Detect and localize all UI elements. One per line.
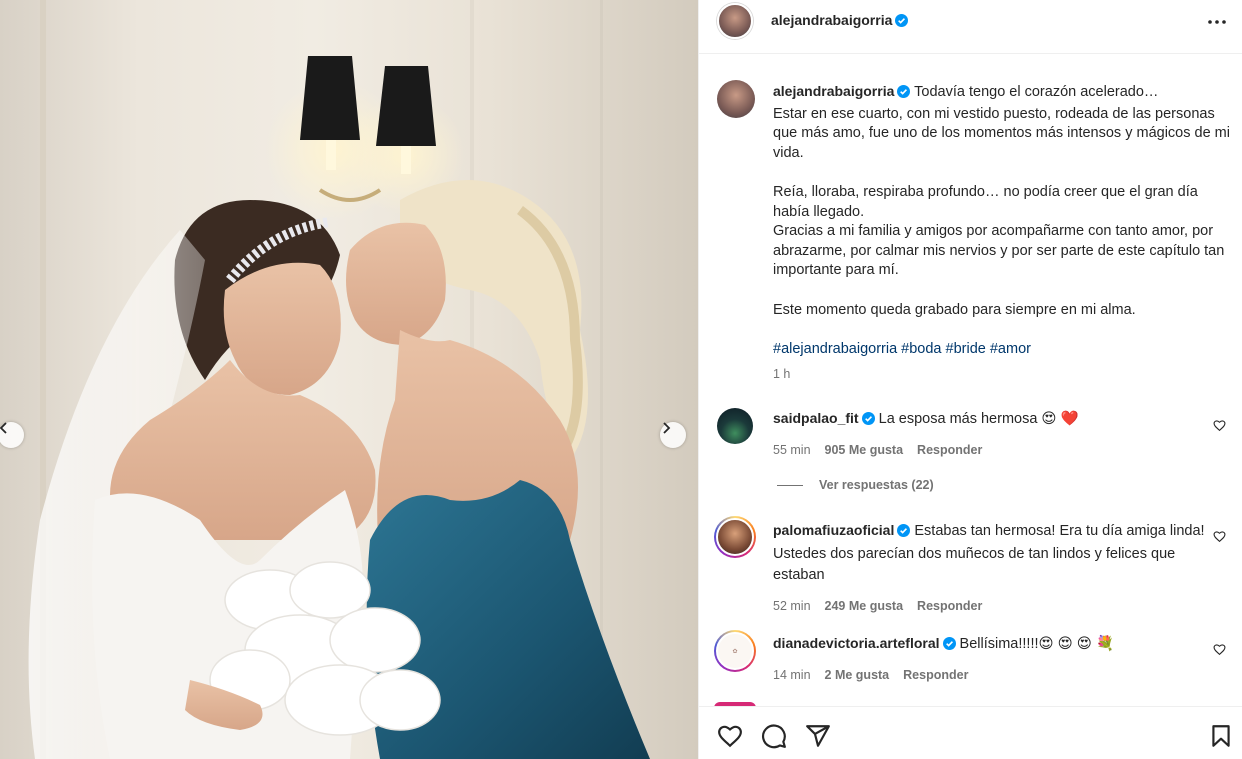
commenter-avatar-story-ring[interactable]: ✿ — [714, 630, 756, 672]
caption-author-avatar[interactable] — [717, 80, 755, 118]
reply-button[interactable]: Responder — [917, 443, 982, 457]
post-photo — [0, 0, 698, 759]
caption-line: Este momento queda grabado para siempre … — [773, 301, 1136, 318]
view-replies-label: Ver respuestas (22) — [819, 478, 934, 492]
post-header: alejandrabaigorria — [699, 0, 1242, 54]
like-comment-button[interactable] — [1213, 530, 1226, 548]
post-timestamp[interactable]: 1 h — [773, 365, 1237, 385]
like-button[interactable] — [717, 723, 743, 754]
verified-icon — [942, 636, 956, 657]
post-caption: alejandrabaigorria Todavía tengo el cora… — [773, 82, 1237, 385]
verified-icon — [897, 523, 911, 544]
comment: saidpalao_fit La esposa más hermosa 😍 ❤️… — [773, 408, 1193, 461]
like-comment-button[interactable] — [1213, 643, 1226, 661]
wedding-photo-illustration — [28, 0, 650, 759]
chevron-right-icon — [663, 422, 671, 434]
replies-divider — [777, 484, 803, 486]
like-comment-button[interactable] — [1213, 419, 1226, 437]
verified-icon — [897, 85, 911, 105]
comment: palomafiuzaoficial Estabas tan hermosa! … — [773, 520, 1213, 617]
chevron-left-icon — [0, 422, 7, 434]
share-button[interactable] — [805, 723, 831, 754]
heart-icon — [1213, 420, 1226, 432]
reply-button[interactable]: Responder — [903, 668, 968, 682]
heart-icon — [1213, 531, 1226, 543]
commenter-avatar[interactable] — [717, 408, 753, 444]
verified-icon — [861, 411, 875, 432]
more-options-icon — [1208, 20, 1226, 24]
comment-text: Bellísima!!!!!😍 😍 😍 💐 — [959, 636, 1114, 652]
save-button[interactable] — [1208, 723, 1234, 754]
comment-likes[interactable]: 905 Me gusta — [825, 443, 904, 457]
comment-likes[interactable]: 2 Me gusta — [825, 668, 890, 682]
comment-likes[interactable]: 249 Me gusta — [825, 599, 904, 613]
comment-username[interactable]: palomafiuzaoficial — [773, 522, 894, 538]
caption-line: Reía, lloraba, respiraba profundo… no po… — [773, 183, 1198, 220]
comment-time[interactable]: 52 min — [773, 599, 811, 613]
comment-username[interactable]: dianadevictoria.artefloral — [773, 635, 940, 651]
commenter-avatar-logo: ✿ — [716, 632, 754, 670]
comment: dianadevictoria.artefloral Bellísima!!!!… — [773, 633, 1193, 686]
author-username[interactable]: alejandrabaigorria — [771, 12, 892, 28]
comment-username[interactable]: saidpalao_fit — [773, 410, 859, 426]
comment-time[interactable]: 14 min — [773, 668, 811, 682]
caption-line: Todavía tengo el corazón acelerado… — [914, 84, 1159, 100]
caption-line: Gracias a mi familia y amigos por acompa… — [773, 223, 1225, 279]
bookmark-icon — [1212, 725, 1230, 747]
paper-plane-icon — [806, 725, 830, 747]
comment-button[interactable] — [761, 723, 787, 754]
comment-time[interactable]: 55 min — [773, 443, 811, 457]
more-options-button[interactable] — [1207, 12, 1227, 37]
author-avatar[interactable] — [717, 3, 753, 39]
reply-button[interactable]: Responder — [917, 599, 982, 613]
verified-icon — [895, 14, 909, 32]
comment-text: La esposa más hermosa 😍 ❤️ — [878, 411, 1079, 427]
speech-bubble-icon — [762, 724, 786, 749]
commenter-avatar — [716, 518, 754, 556]
caption-author-username[interactable]: alejandrabaigorria — [773, 83, 894, 99]
caption-hashtags[interactable]: #alejandrabaigorria #boda #bride #amor — [773, 340, 1237, 360]
commenter-avatar-story-ring[interactable] — [714, 516, 756, 558]
heart-icon — [1213, 644, 1226, 656]
post-action-bar — [699, 706, 1242, 759]
heart-icon — [718, 725, 742, 748]
next-photo-button[interactable] — [660, 422, 686, 448]
post-details-panel: alejandrabaigorria alejandrabaigorria To… — [698, 0, 1242, 759]
view-replies-button[interactable]: Ver respuestas (22) — [777, 478, 934, 492]
caption-line: Estar en ese cuarto, con mi vestido pues… — [773, 105, 1230, 161]
